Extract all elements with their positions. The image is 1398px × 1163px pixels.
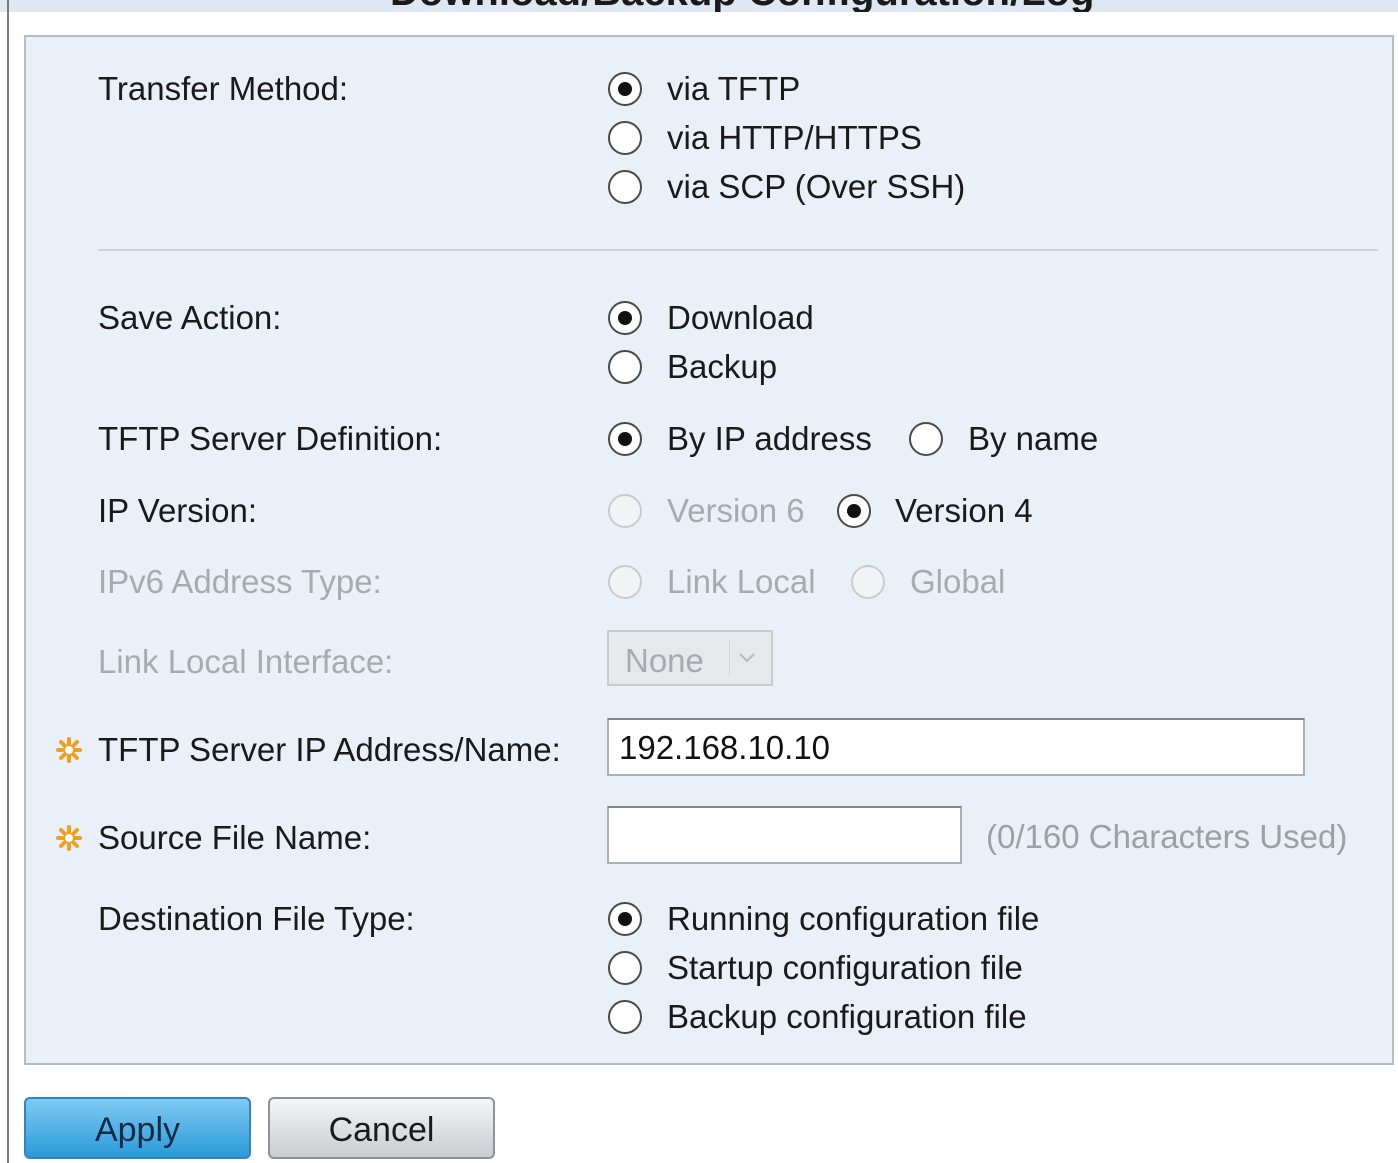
running-config-radio[interactable]	[608, 902, 642, 936]
source-file-name-input[interactable]	[607, 806, 962, 864]
version-4-radio[interactable]	[837, 494, 871, 528]
page-title-strip: Download/Backup Configuration/Log	[0, 0, 1398, 12]
version-4-option[interactable]: Version 4	[895, 492, 1033, 530]
download-option[interactable]: Download	[667, 299, 814, 337]
link-local-radio	[608, 565, 642, 599]
apply-button[interactable]: Apply	[24, 1097, 251, 1159]
by-name-radio[interactable]	[909, 422, 943, 456]
cancel-button[interactable]: Cancel	[268, 1097, 495, 1159]
by-ip-address-option[interactable]: By IP address	[667, 420, 872, 458]
destination-file-type-label: Destination File Type:	[98, 900, 415, 937]
link-local-option: Link Local	[667, 563, 816, 600]
backup-option[interactable]: Backup	[667, 348, 777, 386]
via-http-https-radio[interactable]	[608, 121, 642, 155]
startup-config-option[interactable]: Startup configuration file	[667, 949, 1023, 987]
by-name-option[interactable]: By name	[968, 420, 1098, 458]
required-star-icon	[55, 736, 83, 764]
window-left-border	[7, 0, 9, 1163]
link-local-interface-label: Link Local Interface:	[98, 643, 394, 680]
save-action-label: Save Action:	[98, 299, 282, 336]
global-radio	[851, 565, 885, 599]
via-scp-radio[interactable]	[608, 170, 642, 204]
via-http-https-option[interactable]: via HTTP/HTTPS	[667, 119, 922, 157]
characters-used-hint: (0/160 Characters Used)	[986, 818, 1348, 855]
via-scp-option[interactable]: via SCP (Over SSH)	[667, 168, 965, 206]
chevron-down-icon	[729, 640, 765, 676]
backup-config-radio[interactable]	[608, 1000, 642, 1034]
global-option: Global	[910, 563, 1006, 600]
backup-config-option[interactable]: Backup configuration file	[667, 998, 1027, 1036]
tftp-server-address-input[interactable]: 192.168.10.10	[607, 718, 1305, 776]
download-radio[interactable]	[608, 301, 642, 335]
ipv6-address-type-label: IPv6 Address Type:	[98, 563, 382, 600]
via-tftp-radio[interactable]	[608, 72, 642, 106]
required-star-icon	[55, 824, 83, 852]
tftp-server-address-value: 192.168.10.10	[619, 729, 831, 766]
by-ip-address-radio[interactable]	[608, 422, 642, 456]
section-divider	[98, 249, 1378, 251]
version-6-option: Version 6	[667, 492, 805, 529]
via-tftp-option[interactable]: via TFTP	[667, 70, 800, 108]
ip-version-label: IP Version:	[98, 492, 257, 529]
link-local-interface-value: None	[625, 642, 704, 679]
running-config-option[interactable]: Running configuration file	[667, 900, 1039, 938]
page-title: Download/Backup Configuration/Log	[390, 0, 1094, 12]
tftp-server-address-label: TFTP Server IP Address/Name:	[98, 731, 561, 768]
version-6-radio	[608, 494, 642, 528]
link-local-interface-select: None	[607, 630, 773, 686]
source-file-name-label: Source File Name:	[98, 819, 372, 856]
transfer-method-label: Transfer Method:	[98, 70, 349, 107]
tftp-server-definition-label: TFTP Server Definition:	[98, 420, 443, 457]
backup-radio[interactable]	[608, 350, 642, 384]
startup-config-radio[interactable]	[608, 951, 642, 985]
